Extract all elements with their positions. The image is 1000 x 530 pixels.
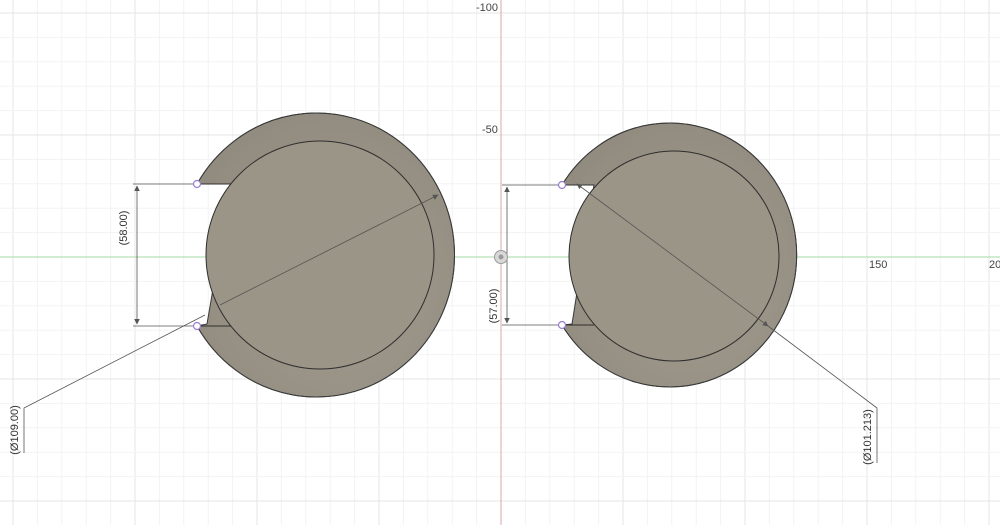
left-vertical-dimension[interactable]: (58.00) bbox=[118, 211, 130, 246]
left-constraint-point-bottom[interactable] bbox=[192, 321, 202, 331]
axis-label-y-minus-100: -100 bbox=[476, 2, 498, 14]
right-diameter-dimension[interactable]: (Ø101.213) bbox=[862, 409, 874, 465]
left-inner-circle[interactable] bbox=[205, 140, 435, 370]
sketch-canvas[interactable]: -100 -50 150 20 (58.00) (Ø109.00) (57.00… bbox=[0, 0, 1000, 525]
right-vertical-dimension[interactable]: (57.00) bbox=[488, 289, 500, 324]
axis-label-x-150: 150 bbox=[869, 259, 887, 271]
axis-label-y-minus-50: -50 bbox=[482, 124, 498, 136]
origin-marker-icon[interactable] bbox=[494, 250, 508, 264]
right-diameter-leader[interactable] bbox=[767, 325, 878, 463]
left-diameter-dimension[interactable]: (Ø109.00) bbox=[9, 405, 21, 455]
right-constraint-point-bottom[interactable] bbox=[557, 320, 567, 330]
axis-label-x-200: 20 bbox=[989, 259, 1000, 271]
right-constraint-point-top[interactable] bbox=[557, 180, 567, 190]
left-constraint-point-top[interactable] bbox=[192, 179, 202, 189]
left-diameter-leader[interactable] bbox=[23, 314, 206, 453]
sketch-viewport[interactable]: -100 -50 150 20 (58.00) (Ø109.00) (57.00… bbox=[0, 0, 1000, 525]
